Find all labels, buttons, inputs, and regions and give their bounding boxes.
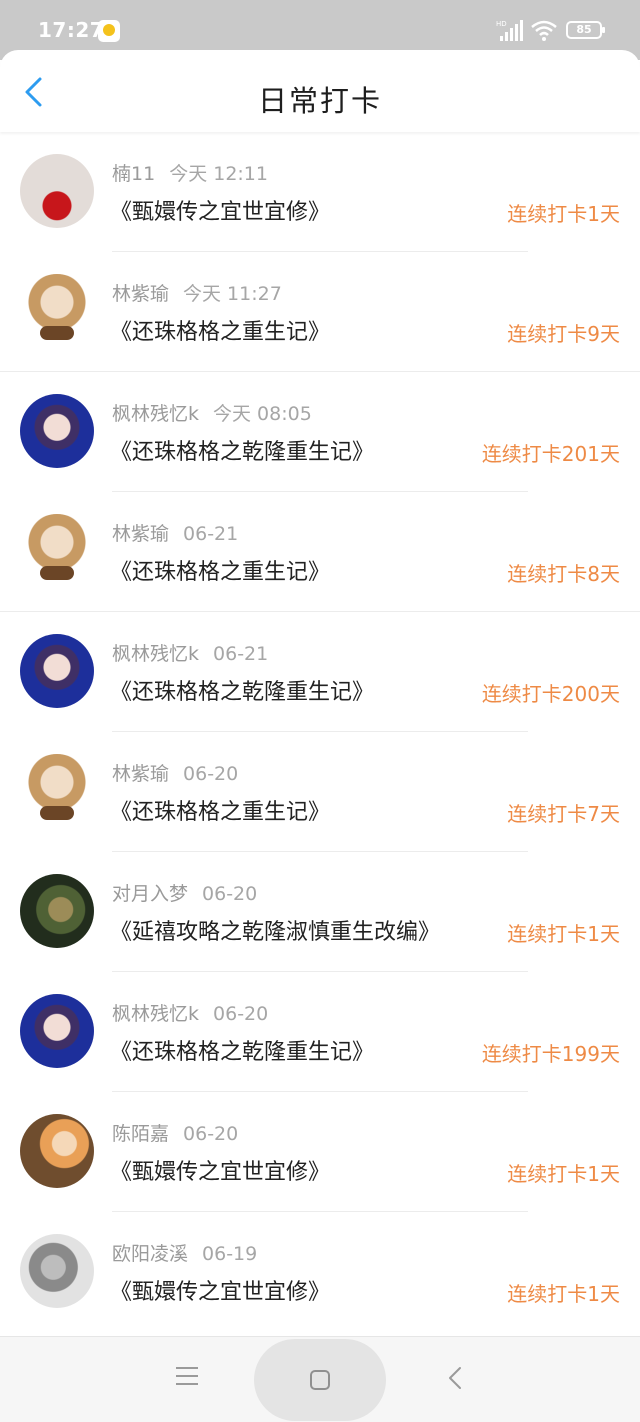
book-title: 《甄嬛传之宜世宜修》 [110,1280,331,1305]
menu-icon[interactable] [174,1363,200,1389]
streak-badge: 连续打卡1天 [507,922,620,946]
user-name[interactable]: 对月入梦 [112,883,188,905]
checkin-date: 今天 08:05 [213,403,312,425]
list-item[interactable]: 枫林残忆k 06-20 《还珠格格之乾隆重生记》 连续打卡199天 [0,972,640,1092]
checkin-list: 楠11 今天 12:11 《甄嬛传之宜世宜修》 连续打卡1天 林紫瑜 今天 11:2… [0,132,640,1336]
battery-icon: 85 [566,21,605,39]
book-title: 《延禧攻略之乾隆淑慎重生改编》 [110,920,441,945]
avatar[interactable] [20,754,94,828]
streak-badge: 连续打卡1天 [507,202,620,226]
checkin-date: 今天 12:11 [169,163,268,185]
system-nav-bar [0,1336,640,1422]
checkin-date: 06-21 [183,523,239,545]
streak-badge: 连续打卡1天 [507,1282,620,1306]
book-title: 《甄嬛传之宜世宜修》 [110,200,331,225]
checkin-date: 今天 11:27 [183,283,282,305]
user-name[interactable]: 枫林残忆k [112,1003,199,1025]
home-button[interactable] [254,1339,386,1421]
avatar[interactable] [20,874,94,948]
streak-badge: 连续打卡8天 [507,562,620,586]
list-item[interactable]: 陈陌嘉 06-20 《甄嬛传之宜世宜修》 连续打卡1天 [0,1092,640,1212]
wifi-icon [531,20,557,41]
header: 日常打卡 [0,50,640,132]
streak-badge: 连续打卡199天 [481,1042,620,1066]
book-title: 《还珠格格之重生记》 [110,560,331,585]
list-item[interactable]: 枫林残忆k 06-21 《还珠格格之乾隆重生记》 连续打卡200天 [0,612,640,732]
user-name[interactable]: 林紫瑜 [112,763,169,785]
user-name[interactable]: 林紫瑜 [112,283,169,305]
book-title: 《甄嬛传之宜世宜修》 [110,1160,331,1185]
book-title: 《还珠格格之重生记》 [110,320,331,345]
streak-badge: 连续打卡201天 [481,442,620,466]
checkin-date: 06-20 [183,1123,239,1145]
book-title: 《还珠格格之乾隆重生记》 [110,1040,375,1065]
list-item[interactable]: 枫林残忆k 今天 08:05 《还珠格格之乾隆重生记》 连续打卡201天 [0,372,640,492]
avatar[interactable] [20,994,94,1068]
home-icon [310,1370,330,1390]
avatar[interactable] [20,274,94,348]
list-item[interactable]: 林紫瑜 今天 11:27 《还珠格格之重生记》 连续打卡9天 [0,252,640,372]
signal-icon: HD [496,20,523,41]
checkin-date: 06-20 [202,883,258,905]
svg-text:HD: HD [496,20,507,28]
user-name[interactable]: 枫林残忆k [112,643,199,665]
checkin-date: 06-21 [213,643,269,665]
page-title: 日常打卡 [257,84,382,118]
user-name[interactable]: 欧阳凌溪 [112,1243,188,1265]
checkin-date: 06-20 [213,1003,269,1025]
list-item[interactable]: 欧阳凌溪 06-19 《甄嬛传之宜世宜修》 连续打卡1天 [0,1212,640,1332]
book-title: 《还珠格格之重生记》 [110,800,331,825]
checkin-date: 06-19 [202,1243,258,1265]
list-item[interactable]: 林紫瑜 06-20 《还珠格格之重生记》 连续打卡7天 [0,732,640,852]
avatar[interactable] [20,154,94,228]
avatar[interactable] [20,1114,94,1188]
avatar[interactable] [20,394,94,468]
streak-badge: 连续打卡200天 [481,682,620,706]
list-item[interactable]: 对月入梦 06-20 《延禧攻略之乾隆淑慎重生改编》 连续打卡1天 [0,852,640,972]
book-title: 《还珠格格之乾隆重生记》 [110,440,375,465]
streak-badge: 连续打卡1天 [507,1162,620,1186]
checkin-date: 06-20 [183,763,239,785]
user-name[interactable]: 枫林残忆k [112,403,199,425]
user-name[interactable]: 林紫瑜 [112,523,169,545]
back-icon[interactable] [444,1365,468,1391]
status-time: 17:27 [38,18,105,42]
book-title: 《还珠格格之乾隆重生记》 [110,680,375,705]
streak-badge: 连续打卡7天 [507,802,620,826]
list-item[interactable]: 林紫瑜 06-21 《还珠格格之重生记》 连续打卡8天 [0,492,640,612]
avatar[interactable] [20,514,94,588]
avatar[interactable] [20,634,94,708]
list-item[interactable]: 楠11 今天 12:11 《甄嬛传之宜世宜修》 连续打卡1天 [0,132,640,252]
user-name[interactable]: 陈陌嘉 [112,1123,169,1145]
app-icon [98,20,120,42]
streak-badge: 连续打卡9天 [507,322,620,346]
user-name[interactable]: 楠11 [112,163,155,185]
avatar[interactable] [20,1234,94,1308]
